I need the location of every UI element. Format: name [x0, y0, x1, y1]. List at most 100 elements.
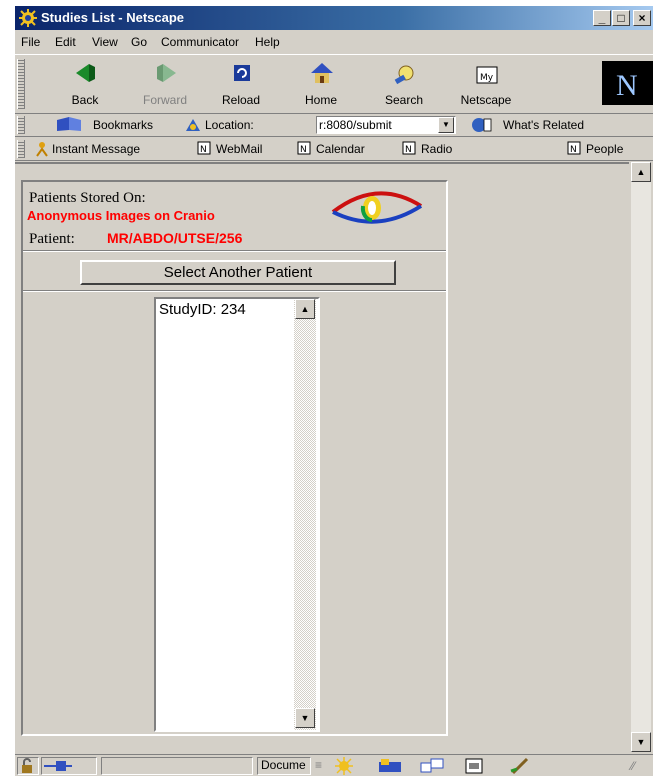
chevron-up-icon: ▲: [300, 304, 310, 314]
menu-edit[interactable]: Edit: [55, 35, 76, 49]
search-button[interactable]: Search: [374, 61, 434, 111]
bookmark-page-icon: N: [297, 141, 311, 155]
page-scroll-up-button[interactable]: ▲: [631, 162, 651, 182]
home-icon: [311, 63, 333, 83]
online-indicator[interactable]: [41, 757, 97, 775]
location-toolbar: Bookmarks Location: r:8080/submit ▼ What…: [15, 114, 653, 137]
window-title: Studies List - Netscape: [41, 10, 185, 25]
chevron-down-icon: ▼: [442, 120, 450, 129]
toolbar-grip[interactable]: [17, 140, 25, 158]
stored-on-label: Patients Stored On:: [29, 190, 146, 206]
my-netscape-icon: My: [476, 66, 498, 84]
location-label: Location:: [205, 118, 254, 132]
composer-component-icon[interactable]: [509, 757, 531, 775]
listbox-scroll-down-button[interactable]: ▼: [295, 708, 315, 728]
listbox-scroll-up-button[interactable]: ▲: [295, 299, 315, 319]
menu-bar: File Edit View Go Communicator Help: [15, 32, 653, 52]
page-scrollbar[interactable]: ▲ ▼: [631, 162, 651, 752]
browser-window: Studies List - Netscape _ □ × File Edit …: [14, 6, 653, 776]
location-page-icon[interactable]: [184, 117, 202, 133]
menu-communicator[interactable]: Communicator: [161, 35, 239, 49]
address-book-component-icon[interactable]: [463, 757, 485, 775]
maximize-button[interactable]: □: [612, 10, 630, 26]
patient-id: MR/ABDO/UTSE/256: [107, 230, 243, 246]
chevron-down-icon: ▼: [636, 737, 646, 747]
location-dropdown-button[interactable]: ▼: [438, 117, 454, 133]
padlock-icon: [22, 758, 32, 773]
mail-component-icon[interactable]: [377, 757, 403, 775]
forward-arrow-icon: [157, 64, 176, 82]
minimize-icon: _: [598, 11, 606, 25]
forward-label: Forward: [142, 93, 187, 107]
netscape-app-icon: [19, 9, 37, 27]
patient-header: Patients Stored On: Anonymous Images on …: [23, 182, 446, 250]
whats-related-label[interactable]: What's Related: [503, 118, 584, 132]
netscape-logo[interactable]: N: [602, 61, 653, 105]
bookmarks-label[interactable]: Bookmarks: [93, 118, 153, 132]
menu-file[interactable]: File: [21, 35, 40, 49]
instant-message-label: Instant Message: [52, 142, 141, 156]
header-divider: [23, 250, 446, 252]
back-arrow-icon: [76, 64, 95, 82]
menu-go[interactable]: Go: [131, 35, 147, 49]
resize-grip-icon[interactable]: ⁄⁄: [631, 759, 635, 773]
back-label: Back: [71, 93, 99, 107]
home-button[interactable]: Home: [291, 61, 351, 111]
button-divider: [23, 290, 446, 292]
close-button[interactable]: ×: [633, 10, 651, 26]
radio-label: Radio: [421, 142, 453, 156]
status-message: Docume: [261, 758, 306, 772]
chevron-down-icon: ▼: [300, 713, 310, 723]
location-url-field[interactable]: r:8080/submit ▼: [316, 116, 456, 134]
status-bar: Docume ≡ ⁄⁄: [15, 754, 653, 776]
bookmark-page-icon: N: [567, 141, 581, 155]
bookmark-page-icon: N: [197, 141, 211, 155]
netscape-n-icon: N: [616, 69, 638, 102]
calendar-label: Calendar: [316, 142, 365, 156]
navigation-toolbar: Back Forward Reload Home Search My Netsc…: [15, 54, 653, 114]
whats-related-icon[interactable]: [469, 116, 493, 134]
back-button[interactable]: Back: [55, 61, 115, 111]
security-lock-indicator[interactable]: [17, 757, 39, 775]
list-item[interactable]: StudyID: 234: [159, 301, 246, 318]
studies-listbox[interactable]: StudyID: 234 ▲ ▼: [154, 297, 320, 732]
svg-text:N: N: [200, 145, 207, 155]
bookmark-page-icon: N: [402, 141, 416, 155]
bookmarks-icon[interactable]: [55, 116, 83, 132]
minimize-button[interactable]: _: [593, 10, 611, 26]
svg-text:N: N: [570, 145, 577, 155]
reload-button[interactable]: Reload: [211, 61, 271, 111]
newsgroups-component-icon[interactable]: [419, 757, 445, 775]
reload-icon: [234, 65, 250, 81]
storage-name: Anonymous Images on Cranio: [27, 208, 215, 223]
svg-text:N: N: [300, 145, 307, 155]
location-url-value[interactable]: r:8080/submit: [319, 118, 392, 132]
chevron-up-icon: ▲: [636, 167, 646, 177]
menu-help[interactable]: Help: [255, 35, 280, 49]
maximize-icon: □: [617, 11, 625, 25]
forward-button[interactable]: Forward: [135, 61, 195, 111]
home-label: Home: [304, 93, 337, 107]
svg-text:My: My: [480, 73, 494, 83]
select-another-patient-button[interactable]: Select Another Patient: [80, 260, 396, 285]
title-bar: Studies List - Netscape _ □ ×: [15, 6, 653, 30]
people-label: People: [586, 142, 624, 156]
listbox-scrollbar[interactable]: ▲ ▼: [294, 299, 316, 730]
toolbar-grip[interactable]: [17, 59, 25, 109]
menu-view[interactable]: View: [92, 35, 118, 49]
progress-bar: [101, 757, 253, 775]
netscape-label: Netscape: [460, 93, 512, 107]
personal-toolbar: Instant Message N WebMail N Calendar N R…: [15, 138, 653, 161]
navigator-component-icon[interactable]: [333, 757, 355, 775]
eye-logo-icon: [331, 191, 423, 224]
studies-panel: Patients Stored On: Anonymous Images on …: [21, 180, 448, 736]
connection-plug-icon: [44, 761, 72, 771]
svg-text:N: N: [405, 145, 412, 155]
reload-label: Reload: [221, 93, 261, 107]
webmail-label: WebMail: [216, 142, 263, 156]
status-text: Docume: [257, 757, 311, 775]
page-scroll-down-button[interactable]: ▼: [631, 732, 651, 752]
toolbar-grip[interactable]: [17, 116, 25, 134]
my-netscape-button[interactable]: My Netscape: [456, 61, 516, 111]
instant-message-icon: [36, 142, 48, 157]
